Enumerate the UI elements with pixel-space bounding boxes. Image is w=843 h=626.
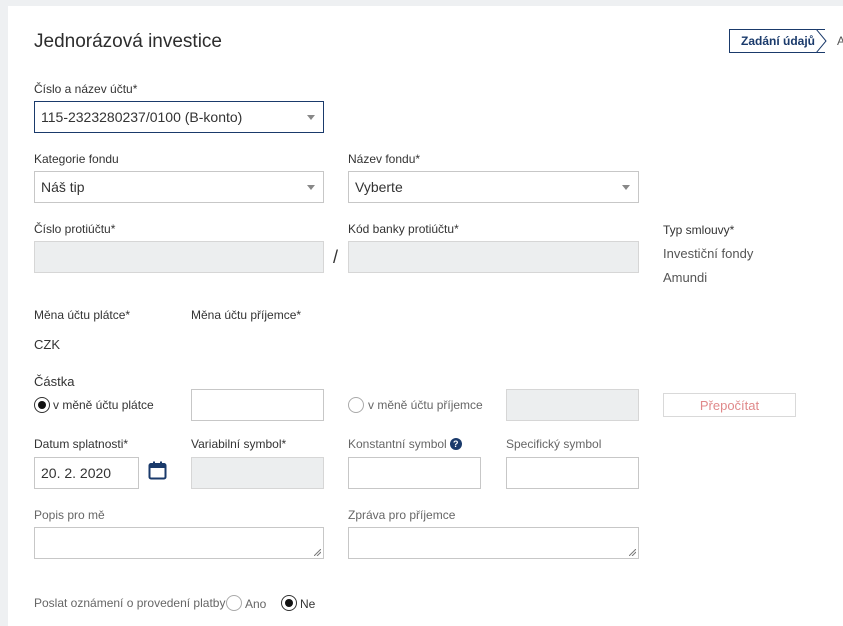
specific-symbol-label: Specifický symbol	[506, 437, 602, 451]
due-date-label: Datum splatnosti*	[34, 437, 129, 451]
amount-payer-label[interactable]: v měně účtu plátce	[53, 398, 154, 412]
step-tab-active[interactable]: Zadání údajů	[729, 29, 825, 53]
chevron-down-icon	[307, 185, 315, 190]
account-label: Číslo a název účtu*	[34, 82, 138, 96]
resize-handle-icon[interactable]	[629, 549, 636, 556]
amount-payer-radio[interactable]	[34, 397, 50, 413]
notify-yes-label[interactable]: Ano	[245, 597, 266, 611]
constant-symbol-input[interactable]	[348, 457, 481, 489]
fund-name-label: Název fondu*	[348, 152, 421, 166]
note-payee-label: Zpráva pro příjemce	[348, 508, 456, 522]
fund-name-value: Vyberte	[355, 179, 403, 195]
note-me-label: Popis pro mě	[34, 508, 105, 522]
note-payee-textarea[interactable]	[348, 527, 639, 559]
notify-no-label[interactable]: Ne	[300, 597, 315, 611]
amount-payee-input[interactable]	[506, 389, 639, 421]
counter-account-input[interactable]	[34, 241, 324, 273]
bank-code-input[interactable]	[348, 241, 639, 273]
payer-currency-value: CZK	[34, 337, 60, 352]
payer-currency-label: Měna účtu plátce*	[34, 308, 131, 322]
amount-label: Částka	[34, 374, 75, 389]
chevron-down-icon	[307, 115, 315, 120]
contract-type-line1: Investiční fondy	[663, 246, 754, 261]
fund-category-select[interactable]: Náš tip	[34, 171, 324, 203]
page-title: Jednorázová investice	[34, 31, 222, 52]
step-arrow-icon	[816, 29, 827, 53]
counter-account-label: Číslo protiúčtu*	[34, 222, 116, 236]
amount-payee-radio[interactable]	[348, 397, 364, 413]
notify-label: Poslat oznámení o provedení platby	[34, 596, 226, 610]
fund-name-select[interactable]: Vyberte	[348, 171, 639, 203]
due-date-value: 20. 2. 2020	[41, 465, 112, 481]
payee-currency-label: Měna účtu příjemce*	[191, 308, 302, 322]
calendar-icon[interactable]	[148, 461, 167, 480]
account-select-value: 115-2323280237/0100 (B-konto)	[41, 109, 243, 125]
fund-category-label: Kategorie fondu	[34, 152, 119, 166]
constant-symbol-label-text: Konstantní symbol	[348, 437, 447, 451]
account-select[interactable]: 115-2323280237/0100 (B-konto)	[34, 101, 324, 133]
fund-category-value: Náš tip	[41, 179, 85, 195]
account-separator: /	[333, 247, 339, 267]
recalculate-button[interactable]: Přepočítat	[663, 393, 796, 417]
variable-symbol-label: Variabilní symbol*	[191, 437, 287, 451]
specific-symbol-input[interactable]	[506, 457, 639, 489]
resize-handle-icon[interactable]	[314, 549, 321, 556]
constant-symbol-label: Konstantní symbol?	[348, 437, 462, 451]
notify-no-radio[interactable]	[281, 595, 297, 611]
due-date-input[interactable]: 20. 2. 2020	[34, 457, 139, 489]
contract-type-line2: Amundi	[663, 270, 708, 285]
amount-payee-label[interactable]: v měně účtu příjemce	[368, 398, 483, 412]
variable-symbol-input[interactable]	[191, 457, 324, 489]
notify-yes-radio[interactable]	[226, 595, 242, 611]
contract-type-label: Typ smlouvy*	[663, 223, 735, 237]
bank-code-label: Kód banky protiúčtu*	[348, 222, 459, 236]
amount-payer-input[interactable]	[191, 389, 324, 421]
step-tab-next[interactable]: A	[837, 34, 843, 48]
help-icon[interactable]: ?	[449, 438, 462, 450]
chevron-down-icon	[622, 185, 630, 190]
note-me-textarea[interactable]	[34, 527, 324, 559]
